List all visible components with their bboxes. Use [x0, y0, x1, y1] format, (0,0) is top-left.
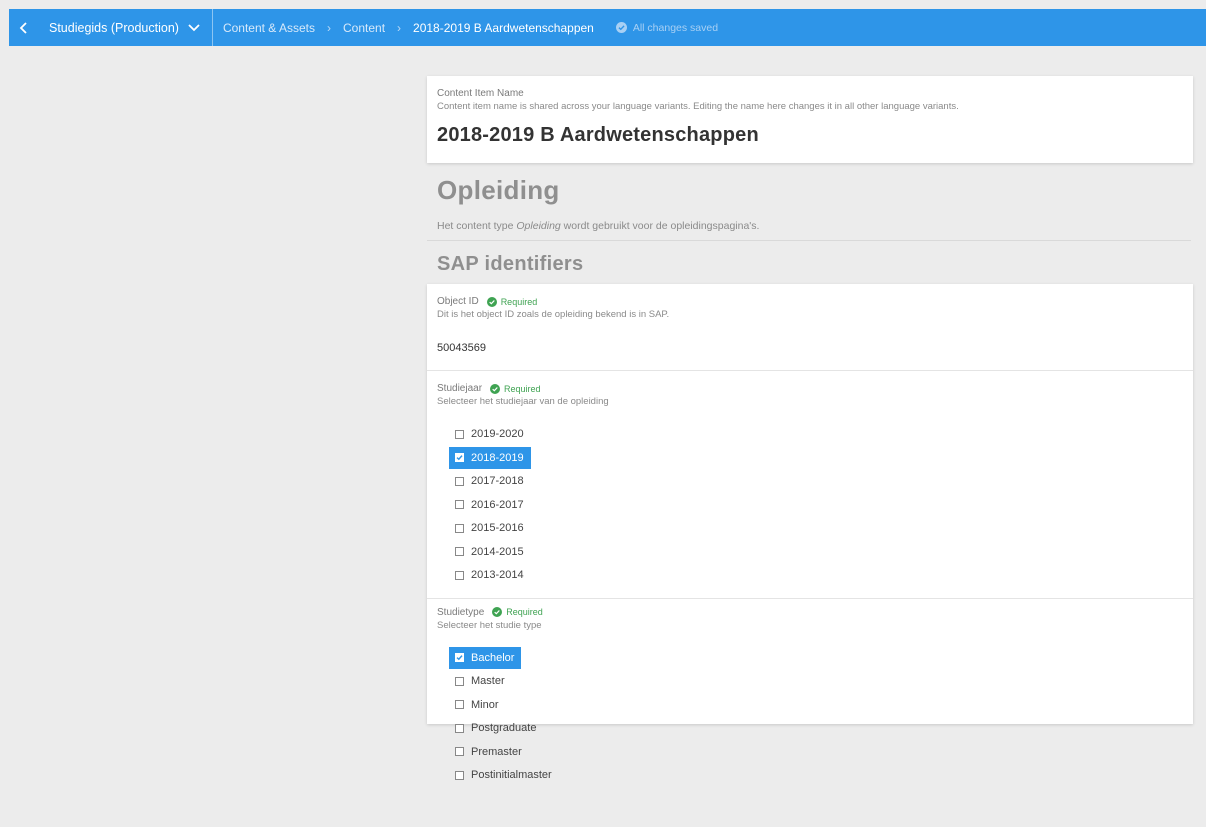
checkbox-option[interactable]: 2016-2017 [449, 494, 531, 516]
checkbox-option-label: 2018-2019 [471, 451, 524, 464]
checkbox-option[interactable]: Minor [449, 694, 506, 716]
checkbox-option-label: Bachelor [471, 651, 515, 664]
checkbox-icon [455, 570, 464, 580]
checkbox-option[interactable]: Postgraduate [449, 717, 543, 739]
check-circle-icon [490, 383, 501, 394]
checkbox-option[interactable]: 2019-2020 [449, 423, 531, 445]
checkbox-option-label: Master [471, 675, 505, 687]
chevron-left-icon [19, 21, 27, 34]
checkbox-option-label: 2014-2015 [471, 545, 524, 558]
breadcrumb-separator-icon: › [327, 20, 331, 35]
checkbox-option-label: 2015-2016 [471, 522, 524, 534]
checkbox-icon [455, 700, 464, 709]
checkbox-option-label: 2017-2018 [471, 475, 524, 487]
field-label: Object ID [437, 296, 479, 307]
back-button[interactable] [9, 9, 39, 46]
checkbox-option[interactable]: 2018-2019 [449, 446, 531, 469]
studietype-options: Bachelor Master Minor Postgraduate Premaster… [437, 646, 1183, 788]
checkbox-option-label: Postinitialmaster [471, 769, 552, 781]
field-head: Studietype Required [437, 607, 1183, 618]
required-badge: Required [492, 607, 543, 617]
content-type-desc-suffix: wordt gebruikt voor de opleidingspagina'… [560, 220, 760, 232]
required-text: Required [506, 607, 543, 617]
group-title: SAP identifiers [437, 253, 584, 275]
checkbox-icon [455, 770, 464, 780]
object-id-input[interactable]: 50043569 [437, 342, 1183, 360]
breadcrumb: Content & Assets › Content › 2018-2019 B… [213, 21, 594, 35]
top-bar: Studiegids (Production) Content & Assets… [9, 9, 1206, 46]
checkbox-option[interactable]: 2017-2018 [449, 470, 531, 492]
checkbox-option[interactable]: Master [449, 670, 512, 692]
field-head: Studiejaar Required [437, 383, 1183, 394]
checkbox-option[interactable]: 2013-2014 [449, 564, 531, 586]
checkbox-icon [455, 523, 464, 533]
checkbox-icon [455, 500, 464, 509]
content-item-name-card: Content Item Name Content item name is s… [427, 76, 1193, 163]
content-type-description: Het content type Opleiding wordt gebruik… [437, 220, 1183, 240]
required-text: Required [504, 383, 541, 394]
content-type-title: Opleiding [437, 175, 560, 205]
fields-card: Object ID Required Dit is het object ID … [427, 284, 1193, 781]
checkbox-option-label: Minor [471, 698, 499, 711]
editor-column: Content Item Name Content item name is s… [427, 76, 1193, 781]
content-item-name-value[interactable]: 2018-2019 B Aardwetenschappen [437, 124, 1183, 147]
content-type-desc-prefix: Het content type [437, 220, 517, 232]
content-type-desc-type: Opleiding [516, 220, 561, 232]
studiejaar-options: 2019-2020 2018-2019 2017-2018 2016-2017 2015… [437, 423, 1183, 588]
checkbox-icon [455, 476, 464, 486]
checkbox-checked-icon [455, 653, 464, 662]
required-text: Required [500, 296, 538, 307]
checkbox-option[interactable]: Premaster [449, 741, 529, 763]
check-circle-icon [492, 607, 503, 617]
project-label: Studiegids (Production) [49, 20, 179, 35]
checkbox-option[interactable]: 2014-2015 [449, 541, 531, 563]
field-hint: Selecteer het studie type [437, 619, 542, 631]
field-label: Studiejaar [437, 383, 483, 394]
content-type-block: Opleiding Het content type Opleiding wor… [427, 163, 1193, 240]
checkbox-option[interactable]: 2015-2016 [449, 517, 531, 539]
checkbox-icon [455, 723, 464, 733]
checkbox-option[interactable]: Bachelor [449, 646, 522, 669]
checkbox-icon [455, 429, 464, 439]
checkbox-icon [455, 676, 464, 686]
content-item-name-label: Content Item Name [437, 88, 524, 99]
chevron-down-icon [188, 23, 200, 31]
checkbox-checked-icon [455, 453, 464, 462]
field-head: Object ID Required [437, 296, 1183, 307]
required-badge: Required [490, 383, 541, 394]
save-status: All changes saved [615, 21, 719, 34]
breadcrumb-content[interactable]: Content [343, 21, 385, 35]
checkbox-option-label: Postgraduate [471, 722, 537, 734]
checkbox-icon [455, 747, 464, 756]
field-hint: Dit is het object ID zoals de opleiding … [437, 309, 670, 320]
checkbox-option[interactable]: Postinitialmaster [449, 764, 559, 786]
breadcrumb-content-assets[interactable]: Content & Assets [223, 21, 315, 35]
field-hint: Selecteer het studiejaar van de opleidin… [437, 396, 609, 407]
checkbox-option-label: 2019-2020 [471, 428, 524, 440]
check-circle-icon [486, 296, 497, 307]
field-object-id: Object ID Required Dit is het object ID … [427, 284, 1193, 371]
field-studietype: Studietype Required Selecteer het studie… [427, 599, 1193, 798]
breadcrumb-current-item: 2018-2019 B Aardwetenschappen [413, 20, 594, 35]
checkbox-option-label: Premaster [471, 745, 522, 758]
content-item-name-hint: Content item name is shared across your … [437, 101, 959, 112]
project-switcher[interactable]: Studiegids (Production) [39, 9, 210, 46]
checkbox-option-label: 2016-2017 [471, 498, 524, 511]
checkbox-icon [455, 547, 464, 556]
breadcrumb-separator-icon: › [397, 20, 402, 35]
field-label: Studietype [437, 606, 485, 618]
field-studiejaar: Studiejaar Required Selecteer het studie… [427, 371, 1193, 599]
required-badge: Required [486, 296, 538, 307]
save-status-text: All changes saved [632, 21, 719, 34]
check-circle-icon [615, 22, 627, 33]
checkbox-option-label: 2013-2014 [471, 569, 524, 581]
